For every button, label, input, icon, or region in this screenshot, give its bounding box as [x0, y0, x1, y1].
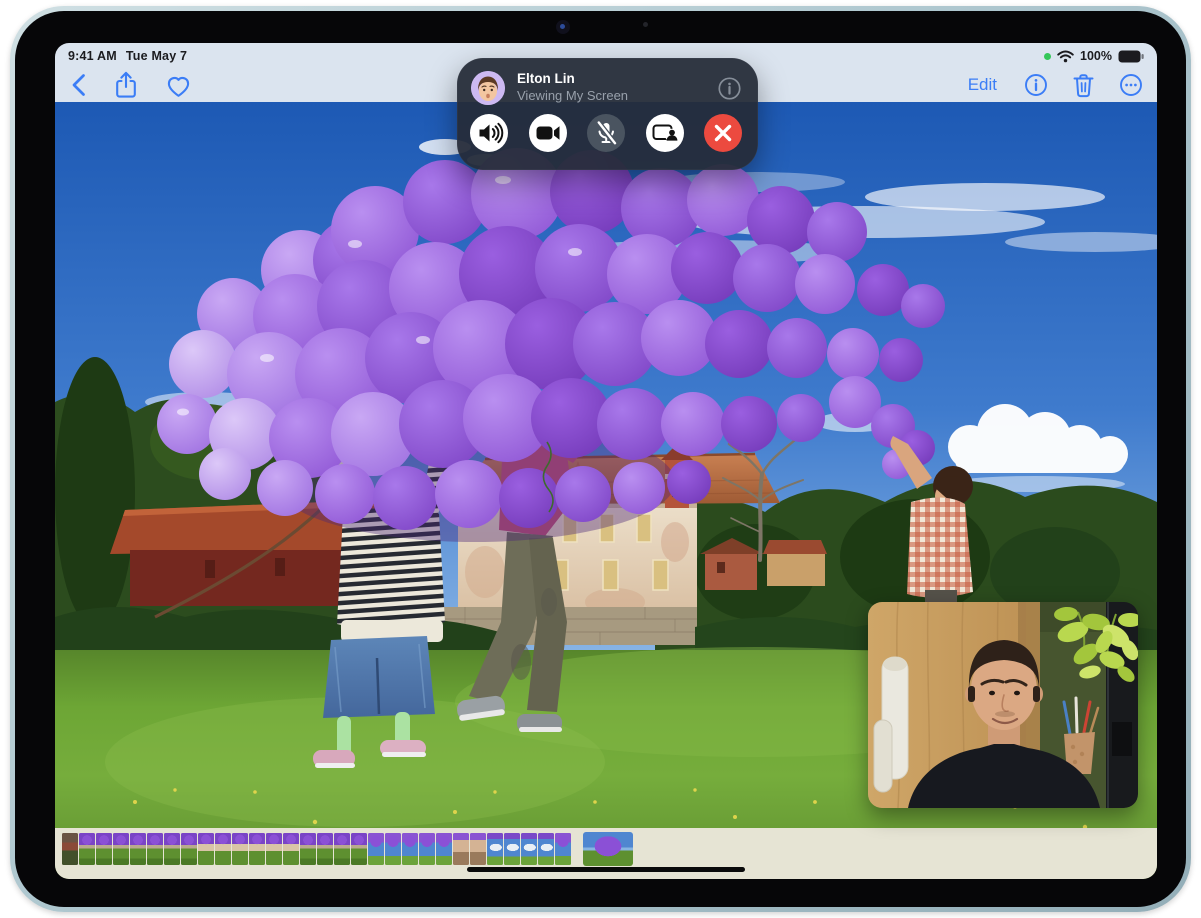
- filmstrip-frame[interactable]: [368, 833, 384, 865]
- speaker-icon: [471, 115, 507, 151]
- filmstrip-frame[interactable]: [96, 833, 112, 865]
- camera-button[interactable]: [529, 114, 567, 152]
- filmstrip-frame[interactable]: [181, 833, 197, 865]
- favorite-button[interactable]: [165, 73, 192, 98]
- filmstrip-frame[interactable]: [402, 833, 418, 865]
- status-time: 9:41 AM: [68, 49, 117, 63]
- filmstrip-frame[interactable]: [215, 833, 231, 865]
- more-button[interactable]: [1119, 73, 1143, 97]
- caller-name: Elton Lin: [517, 71, 628, 88]
- video-icon: [530, 115, 566, 151]
- status-date: Tue May 7: [126, 49, 187, 63]
- filmstrip-frame[interactable]: [130, 833, 146, 865]
- facetime-info-button[interactable]: [717, 76, 742, 101]
- more-icon: [1119, 73, 1143, 97]
- caller-avatar: [471, 71, 505, 105]
- ipad-bezel: 9:41 AM Tue May 7 100%: [15, 11, 1186, 907]
- filmstrip-frame[interactable]: [453, 833, 469, 865]
- filmstrip-frame[interactable]: [164, 833, 180, 865]
- filmstrip-frame[interactable]: [249, 833, 265, 865]
- mute-button[interactable]: [587, 114, 625, 152]
- facetime-buttons-row: [457, 105, 758, 152]
- speaker-button[interactable]: [470, 114, 508, 152]
- info-circle-icon: [717, 76, 742, 101]
- filmstrip-frame[interactable]: [470, 833, 486, 865]
- wifi-icon: [1057, 50, 1074, 63]
- battery-icon: [1118, 50, 1144, 63]
- filmstrip-frame[interactable]: [385, 833, 401, 865]
- camera-in-use-dot-icon: [1044, 53, 1051, 60]
- screen: 9:41 AM Tue May 7 100%: [55, 43, 1157, 879]
- filmstrip-frame[interactable]: [538, 833, 554, 865]
- battery-percent: 100%: [1080, 49, 1112, 63]
- pip-video-content: [868, 602, 1138, 808]
- trash-icon: [1071, 72, 1096, 99]
- share-icon: [113, 70, 139, 100]
- end-call-button[interactable]: [704, 114, 742, 152]
- video-filmstrip-bar: [55, 828, 1157, 879]
- edit-button[interactable]: Edit: [968, 75, 1001, 95]
- sensor-dot-icon: [643, 22, 648, 27]
- filmstrip-frame[interactable]: [436, 833, 452, 865]
- filmstrip-frame[interactable]: [555, 833, 571, 865]
- share-button[interactable]: [113, 70, 139, 100]
- filmstrip-frame[interactable]: [198, 833, 214, 865]
- filmstrip-frame[interactable]: [232, 833, 248, 865]
- filmstrip-frame[interactable]: [300, 833, 316, 865]
- front-camera-icon: [556, 20, 570, 34]
- home-indicator[interactable]: [467, 867, 745, 872]
- share-screen-button[interactable]: [646, 114, 684, 152]
- filmstrip-frame[interactable]: [283, 833, 299, 865]
- filmstrip-frame[interactable]: [266, 833, 282, 865]
- end-call-x-icon: [705, 115, 741, 151]
- filmstrip-frame[interactable]: [317, 833, 333, 865]
- filmstrip-frames: [62, 833, 572, 865]
- caller-status: Viewing My Screen: [517, 88, 628, 104]
- filmstrip-frame[interactable]: [79, 833, 95, 865]
- favorite-icon: [165, 73, 192, 98]
- back-button[interactable]: [69, 72, 87, 98]
- edit-label: Edit: [968, 75, 997, 95]
- filmstrip-frame[interactable]: [419, 833, 435, 865]
- pip-self-view[interactable]: [868, 602, 1138, 808]
- filmstrip-frame[interactable]: [334, 833, 350, 865]
- filmstrip-frame[interactable]: [351, 833, 367, 865]
- mic-muted-icon: [588, 115, 624, 151]
- filmstrip-selected-thumbnail[interactable]: [583, 832, 633, 866]
- share-screen-icon: [647, 115, 683, 151]
- filmstrip-frame[interactable]: [504, 833, 520, 865]
- filmstrip-frame[interactable]: [147, 833, 163, 865]
- filmstrip-frame[interactable]: [521, 833, 537, 865]
- ipad-device: 9:41 AM Tue May 7 100%: [10, 6, 1191, 912]
- filmstrip-frame[interactable]: [487, 833, 503, 865]
- delete-button[interactable]: [1071, 72, 1096, 99]
- status-time-date: 9:41 AM Tue May 7: [68, 49, 187, 63]
- memoji-avatar-icon: [471, 71, 505, 105]
- facetime-caller-row: Elton Lin Viewing My Screen: [457, 58, 758, 105]
- info-button[interactable]: [1024, 73, 1048, 97]
- filmstrip-frame[interactable]: [113, 833, 129, 865]
- status-indicators: 100%: [1044, 49, 1144, 63]
- info-icon: [1024, 73, 1048, 97]
- facetime-controls-pill: Elton Lin Viewing My Screen: [457, 58, 758, 170]
- back-icon: [69, 72, 87, 98]
- filmstrip-frame[interactable]: [62, 833, 78, 865]
